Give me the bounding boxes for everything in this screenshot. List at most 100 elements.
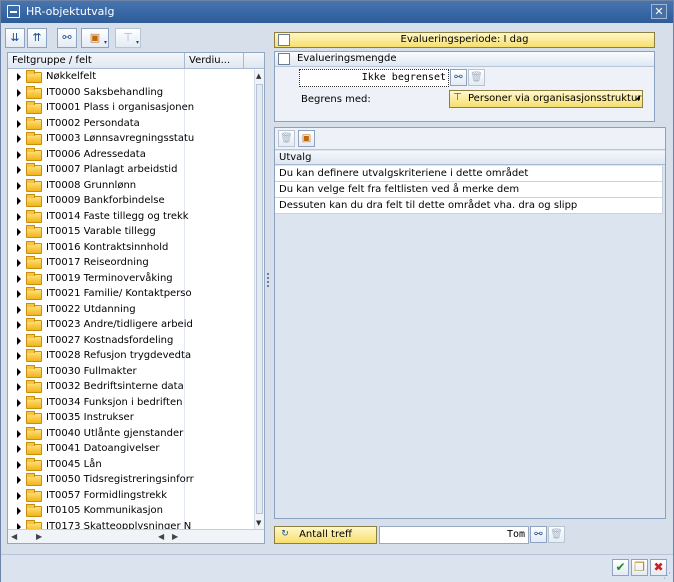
- tree-node[interactable]: IT0105 Kommunikasjon: [8, 504, 254, 520]
- folder-icon: [26, 488, 42, 502]
- expand-arrow-icon[interactable]: [17, 119, 21, 128]
- tree-vertical-scrollbar[interactable]: ▲ ▼: [254, 70, 264, 529]
- expand-arrow-icon[interactable]: [17, 274, 21, 283]
- scroll-thumb[interactable]: [256, 84, 263, 514]
- find-button[interactable]: ⚯: [57, 28, 77, 48]
- collapse-all-button[interactable]: ⇈: [27, 28, 47, 48]
- tree-node[interactable]: IT0032 Bedriftsinterne data: [8, 380, 254, 396]
- expand-arrow-icon[interactable]: [17, 104, 21, 112]
- expand-arrow-icon[interactable]: [17, 243, 21, 252]
- hit-count-button[interactable]: ↻ Antall treff: [274, 526, 377, 544]
- scroll-up-icon[interactable]: ▲: [256, 72, 261, 80]
- expand-arrow-icon[interactable]: [17, 73, 21, 81]
- expand-arrow-icon[interactable]: [17, 212, 21, 221]
- expand-arrow-icon[interactable]: [17, 228, 21, 236]
- tree-node[interactable]: IT0001 Plass i organisasjonen: [8, 101, 254, 117]
- tree-node[interactable]: IT0057 Formidlingstrekk: [8, 488, 254, 505]
- folder-icon: [26, 178, 42, 192]
- expand-arrow-icon[interactable]: [17, 383, 21, 391]
- expand-arrow-icon[interactable]: [17, 259, 21, 267]
- expand-arrow-icon[interactable]: [17, 88, 21, 97]
- copy-button[interactable]: ❐: [631, 559, 648, 576]
- tree-node[interactable]: IT0034 Funksjon i bedriften: [8, 395, 254, 412]
- tree-node-label: IT0035 Instrukser: [46, 412, 134, 423]
- delete-hits-button[interactable]: 🗑: [548, 526, 565, 543]
- expand-arrow-icon[interactable]: [17, 398, 21, 407]
- tree-node[interactable]: IT0030 Fullmakter: [8, 364, 254, 381]
- tree-node[interactable]: IT0007 Planlagt arbeidstid: [8, 163, 254, 179]
- delete-selection-button[interactable]: 🗑: [278, 130, 295, 147]
- tree-node-label: IT0028 Refusjon trygdevedta: [46, 350, 192, 361]
- tree-node[interactable]: IT0003 Lønnsavregningsstatu: [8, 132, 254, 148]
- expand-arrow-icon[interactable]: [17, 290, 21, 298]
- tree-node[interactable]: IT0019 Terminovervåking: [8, 271, 254, 288]
- tree-node-label: IT0001 Plass i organisasjonen: [46, 102, 195, 113]
- expand-arrow-icon[interactable]: [17, 460, 21, 469]
- tree-node[interactable]: IT0027 Kostnadsfordeling: [8, 333, 254, 350]
- scroll-right-icon[interactable]: ▶: [36, 532, 42, 541]
- close-icon[interactable]: ✕: [651, 4, 667, 19]
- expand-arrow-icon[interactable]: [17, 321, 21, 329]
- expand-arrow-icon[interactable]: [17, 197, 21, 205]
- tree-node[interactable]: IT0002 Persondata: [8, 116, 254, 133]
- hierarchy-selection-button[interactable]: ▣: [298, 130, 315, 147]
- expand-arrow-icon[interactable]: [17, 135, 21, 143]
- tree-node[interactable]: IT0022 Utdanning: [8, 302, 254, 319]
- tree-node[interactable]: IT0050 Tidsregistreringsinforr: [8, 473, 254, 489]
- expand-arrow-icon[interactable]: [17, 507, 21, 515]
- expand-arrow-icon[interactable]: [17, 367, 21, 376]
- tree-node[interactable]: IT0009 Bankforbindelse: [8, 194, 254, 210]
- tree-node[interactable]: IT0028 Refusjon trygdevedta: [8, 349, 254, 365]
- selection-rows: Du kan definere utvalgskriteriene i dett…: [275, 166, 665, 214]
- column-header-value[interactable]: Verdiu...: [189, 55, 230, 66]
- expand-arrow-icon[interactable]: [17, 429, 21, 438]
- tree-node[interactable]: IT0023 Andre/tidligere arbeid: [8, 318, 254, 334]
- evaluation-period-button[interactable]: Evalueringsperiode: I dag: [274, 32, 655, 48]
- tree-node[interactable]: IT0021 Familie/ Kontaktperso: [8, 287, 254, 303]
- expand-arrow-icon[interactable]: [17, 305, 21, 314]
- limit-option-dropdown[interactable]: ⊤ Personer via organisasjonsstruktur ◢: [449, 90, 643, 108]
- pane-splitter[interactable]: [266, 271, 270, 295]
- tree-node[interactable]: IT0041 Datoangivelser: [8, 442, 254, 458]
- expand-arrow-icon[interactable]: [17, 181, 21, 190]
- dialog-window: HR-objektutvalg ✕ ⇊ ⇈ ⚯ ▣ ▾ ⊤ ▾ Feltgruppe…: [0, 0, 674, 582]
- confirm-button[interactable]: ✔: [612, 559, 629, 576]
- expand-arrow-icon[interactable]: [17, 166, 21, 174]
- expand-arrow-icon[interactable]: [17, 414, 21, 422]
- tree-node[interactable]: IT0015 Varable tillegg: [8, 225, 254, 241]
- expand-arrow-icon[interactable]: [17, 336, 21, 345]
- tree-node[interactable]: IT0040 Utlånte gjenstander: [8, 426, 254, 443]
- column-header-field[interactable]: Feltgruppe / felt: [12, 55, 92, 66]
- hit-list-button[interactable]: ⚯: [530, 526, 547, 543]
- expand-arrow-icon[interactable]: [17, 445, 21, 453]
- filter-button[interactable]: ⊤ ▾: [115, 28, 141, 48]
- tree-horizontal-scrollbar[interactable]: ◀ ▶ ◀ ▶: [8, 529, 264, 543]
- expand-all-button[interactable]: ⇊: [5, 28, 25, 48]
- resize-grip-icon[interactable]: ⋰: [663, 571, 671, 580]
- tree-node[interactable]: IT0008 Grunnlønn: [8, 178, 254, 195]
- tree-node[interactable]: IT0016 Kontraktsinnhold: [8, 240, 254, 257]
- limit-value-field[interactable]: Ikke begrenset: [299, 69, 449, 87]
- expand-arrow-icon[interactable]: [17, 352, 21, 360]
- tree-node[interactable]: IT0000 Saksbehandling: [8, 85, 254, 102]
- hierarchy-button[interactable]: ▣ ▾: [81, 28, 109, 48]
- field-tree: Feltgruppe / felt Verdiu... Nøkkelfelt IT…: [7, 52, 265, 544]
- set-values-button[interactable]: ⚯: [450, 69, 467, 86]
- scroll-left-icon[interactable]: ◀: [11, 532, 17, 541]
- scroll-down-icon[interactable]: ▼: [256, 519, 261, 527]
- expand-arrow-icon[interactable]: [17, 491, 21, 500]
- tree-node[interactable]: IT0017 Reiseordning: [8, 256, 254, 272]
- evaluation-period-label: Evalueringsperiode: I dag: [400, 34, 529, 45]
- delete-limit-button[interactable]: 🗑: [468, 69, 485, 86]
- tree-node[interactable]: IT0045 Lån: [8, 457, 254, 474]
- scroll-right-icon[interactable]: ▶: [172, 532, 178, 541]
- tree-node[interactable]: IT0006 Adressedata: [8, 147, 254, 164]
- expand-arrow-icon[interactable]: [17, 476, 21, 484]
- tree-node[interactable]: IT0035 Instrukser: [8, 411, 254, 427]
- tree-node[interactable]: IT0014 Faste tillegg og trekk: [8, 209, 254, 226]
- tree-node-label: IT0021 Familie/ Kontaktperso: [46, 288, 192, 299]
- tree-node[interactable]: Nøkkelfelt: [8, 70, 254, 86]
- scroll-left-icon[interactable]: ◀: [158, 532, 164, 541]
- expand-arrow-icon[interactable]: [17, 150, 21, 159]
- tree-node-label: IT0008 Grunnlønn: [46, 179, 137, 191]
